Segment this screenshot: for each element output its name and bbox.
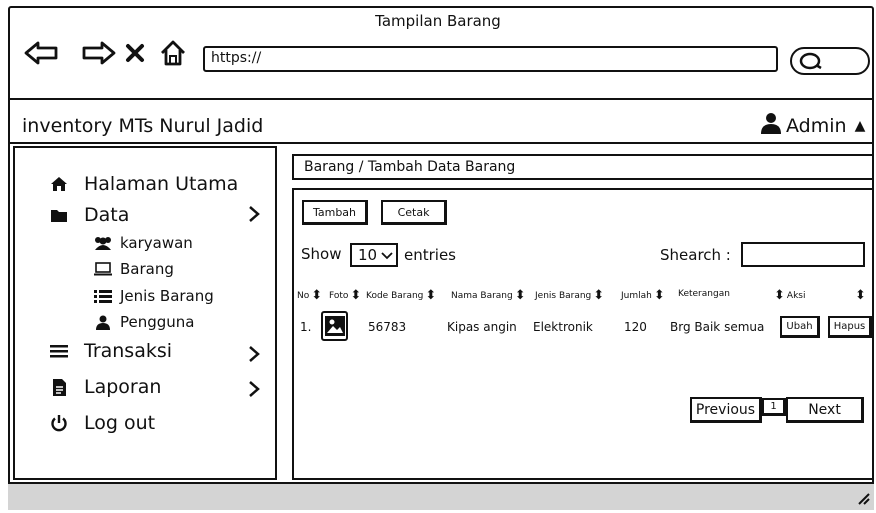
list-icon (48, 344, 70, 358)
column-header-foto[interactable]: Foto ⬍ (329, 289, 361, 302)
sort-icon: ⬍ (425, 288, 437, 303)
close-icon[interactable] (122, 36, 148, 70)
sidebar-subitem-label: Barang (120, 260, 174, 278)
search-label: Shearch : (660, 246, 731, 264)
next-button[interactable]: Next (786, 397, 864, 423)
cell-jumlah: 120 (624, 320, 647, 334)
resize-grip-icon[interactable] (856, 490, 870, 509)
sidebar-item-label: Data (84, 204, 130, 226)
column-header-keterangan[interactable]: Keterangan (678, 289, 730, 299)
user-icon (92, 315, 114, 330)
status-bar (8, 482, 874, 510)
browser-search-button[interactable] (790, 47, 870, 75)
laptop-icon (92, 262, 114, 276)
entries-label: entries (404, 246, 456, 264)
column-header-no[interactable]: No ⬍ (297, 289, 322, 302)
power-icon (48, 414, 70, 432)
search-icon (798, 52, 824, 74)
user-icon (760, 112, 782, 139)
app-name: inventory MTs Nurul Jadid (22, 115, 264, 137)
sort-icon: ⬍ (514, 288, 526, 303)
caret-up-icon: ▲ (854, 117, 866, 134)
show-label: Show (301, 245, 342, 263)
sidebar-subitem-karyawan[interactable]: karyawan (92, 234, 193, 252)
cell-kode-barang: 56783 (368, 320, 407, 334)
back-arrow-icon[interactable] (22, 36, 60, 70)
sidebar-item-data[interactable]: Data (48, 204, 129, 226)
search-input[interactable] (741, 242, 865, 267)
pagination: Previous 1 Next (690, 397, 864, 423)
entries-select[interactable]: 10 (350, 243, 398, 267)
sidebar-item-label: Transaksi (84, 340, 173, 362)
column-header-kode-barang[interactable]: Kode Barang ⬍ (366, 289, 436, 302)
sort-icon: ⬍ (311, 288, 323, 303)
breadcrumb: Barang / Tambah Data Barang (292, 154, 874, 180)
sort-icon: ⬍ (350, 288, 362, 303)
users-icon (92, 236, 114, 250)
sidebar-subitem-label: Pengguna (120, 313, 195, 331)
user-menu[interactable]: Admin ▲ (760, 112, 865, 139)
chevron-right-icon (248, 380, 260, 403)
column-header-nama-barang[interactable]: Nama Barang ⬍ (451, 289, 526, 302)
cell-jenis-barang: Elektronik (533, 320, 593, 334)
chevron-right-icon (248, 205, 260, 228)
document-icon (48, 378, 70, 397)
sidebar-subitem-pengguna[interactable]: Pengguna (92, 313, 195, 331)
sidebar-subitem-label: Jenis Barang (120, 287, 214, 305)
cell-no: 1. (300, 320, 312, 334)
sidebar-item-halaman-utama[interactable]: Halaman Utama (48, 173, 238, 195)
chevron-right-icon (248, 345, 260, 368)
forward-arrow-icon[interactable] (80, 36, 118, 70)
delete-button[interactable]: Hapus (828, 316, 872, 338)
sidebar-item-label: Halaman Utama (84, 173, 239, 195)
sidebar-subitem-jenis-barang[interactable]: Jenis Barang (92, 287, 214, 305)
edit-button[interactable]: Ubah (780, 316, 820, 338)
sidebar-item-label: Log out (84, 412, 156, 434)
add-button[interactable]: Tambah (302, 200, 368, 225)
cell-keterangan: Brg Baik semua (670, 320, 765, 334)
folder-icon (48, 208, 70, 223)
page-button-1[interactable]: 1 (762, 398, 786, 416)
image-placeholder-icon (321, 311, 348, 341)
header-divider-top (8, 98, 874, 100)
sidebar-item-logout[interactable]: Log out (48, 412, 155, 434)
sidebar-item-transaksi[interactable]: Transaksi (48, 340, 172, 362)
print-button[interactable]: Cetak (381, 200, 447, 225)
window-title: Tampilan Barang (375, 12, 501, 30)
home-icon (48, 176, 70, 192)
sort-icon: ⬍ (774, 288, 785, 303)
entries-value: 10 (358, 246, 378, 264)
sort-icon[interactable]: ⬍ (855, 289, 866, 302)
column-header-aksi[interactable]: ⬍ Aksi (774, 289, 805, 302)
home-outline-icon[interactable] (157, 36, 189, 70)
sidebar-subitem-label: karyawan (120, 234, 193, 252)
header-divider-bottom (8, 142, 874, 144)
sidebar-subitem-barang[interactable]: Barang (92, 260, 174, 278)
sidebar-item-laporan[interactable]: Laporan (48, 376, 161, 398)
column-header-jumlah[interactable]: Jumlah ⬍ (621, 289, 665, 302)
sort-icon: ⬍ (653, 288, 665, 303)
chevron-down-icon (381, 246, 393, 264)
cell-nama-barang: Kipas angin (447, 320, 517, 334)
column-header-jenis-barang[interactable]: Jenis Barang ⬍ (535, 289, 604, 302)
user-name: Admin (786, 114, 847, 137)
previous-button[interactable]: Previous (690, 397, 762, 423)
url-bar[interactable]: https:// (203, 46, 778, 72)
sort-icon: ⬍ (593, 288, 605, 303)
sidebar-item-label: Laporan (84, 376, 162, 398)
list-ul-icon (92, 289, 114, 304)
